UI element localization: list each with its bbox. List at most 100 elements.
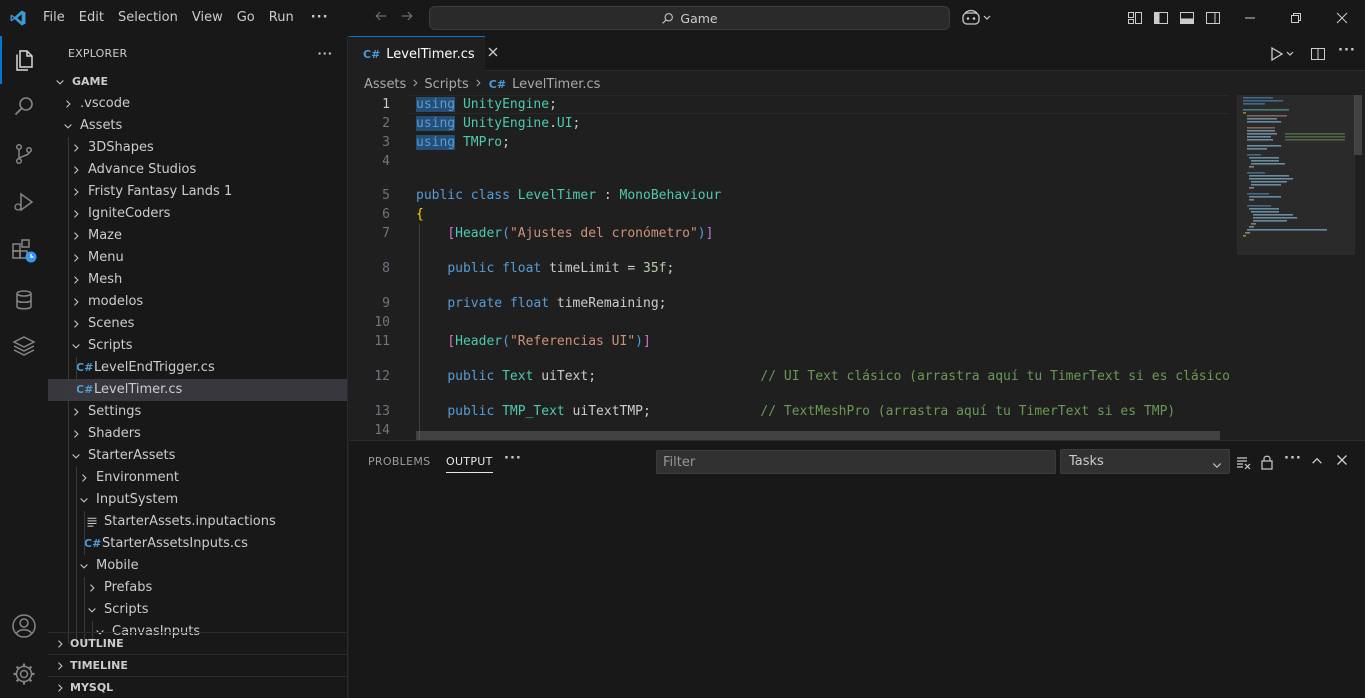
indent-guide xyxy=(84,577,85,599)
chevron-right-icon xyxy=(68,142,84,154)
tree-folder[interactable]: modelos xyxy=(48,291,347,313)
tree-item-label: .vscode xyxy=(80,96,130,111)
tree-folder[interactable]: Mesh xyxy=(48,269,347,291)
code-line: 12 public Text uiText; // UI Text clásic… xyxy=(349,367,1229,386)
maximize-panel-icon[interactable] xyxy=(1310,454,1324,472)
line-source: using UnityEngine; xyxy=(416,97,557,112)
minimap-line xyxy=(1251,223,1256,225)
editor-more-actions[interactable]: ··· xyxy=(1338,43,1356,58)
run-file-icon[interactable] xyxy=(1269,46,1297,66)
tree-item-label: Mesh xyxy=(88,272,123,287)
line-source: public TMP_Text uiTextTMP; // TextMeshPr… xyxy=(447,404,1176,419)
tree-folder[interactable]: Menu xyxy=(48,247,347,269)
menu-edit[interactable]: Edit xyxy=(72,0,111,36)
lock-scroll-icon[interactable] xyxy=(1260,454,1274,474)
source-control-button[interactable] xyxy=(0,130,48,178)
menu-more[interactable]: ··· xyxy=(301,0,339,36)
restore-button[interactable] xyxy=(1273,0,1319,36)
tree-folder[interactable]: Fristy Fantasy Lands 1 xyxy=(48,181,347,203)
search-view-button[interactable] xyxy=(0,82,48,130)
explorer-button[interactable] xyxy=(0,36,48,84)
mysql-section[interactable]: MYSQL xyxy=(48,676,347,698)
panel-more-actions[interactable]: ··· xyxy=(504,451,522,466)
toggle-secondary-sidebar-icon[interactable] xyxy=(1205,10,1221,30)
indent-guide xyxy=(84,599,85,621)
tab-output[interactable]: OUTPUT xyxy=(446,455,493,473)
tree-folder[interactable]: Scripts xyxy=(48,599,347,621)
tree-folder[interactable]: Advance Studios xyxy=(48,159,347,181)
tree-folder[interactable]: .vscode xyxy=(48,93,347,115)
tree-folder[interactable]: 3DShapes xyxy=(48,137,347,159)
horizontal-scrollbar[interactable] xyxy=(416,431,1220,440)
minimap-line xyxy=(1251,181,1287,183)
menu-run[interactable]: Run xyxy=(262,0,301,36)
output-filter-input[interactable] xyxy=(656,450,1056,474)
breadcrumb-assets[interactable]: Assets xyxy=(364,77,406,92)
tree-file[interactable]: StarterAssets.inputactions xyxy=(48,511,347,533)
split-editor-icon[interactable] xyxy=(1310,46,1326,66)
customize-layout-icon[interactable] xyxy=(1127,10,1143,30)
line-number: 7 xyxy=(382,226,390,241)
code-editor[interactable]: 1 using UnityEngine; 2 using UnityEngine.UI… xyxy=(349,95,1229,440)
tree-folder[interactable]: IgniteCoders xyxy=(48,203,347,225)
breadcrumb-file[interactable]: LevelTimer.cs xyxy=(512,77,600,92)
minimap[interactable] xyxy=(1235,95,1353,440)
toggle-primary-sidebar-icon[interactable] xyxy=(1153,10,1169,30)
search-icon xyxy=(662,12,674,24)
copilot-icon[interactable] xyxy=(962,9,992,31)
menu-view[interactable]: View xyxy=(185,0,230,36)
output-channel-select[interactable]: Tasks xyxy=(1060,449,1230,474)
tree-folder[interactable]: Assets xyxy=(48,115,347,137)
chevron-down-icon xyxy=(68,450,84,462)
minimap-line xyxy=(1247,127,1275,129)
close-window-button[interactable] xyxy=(1319,0,1365,36)
menu-go[interactable]: Go xyxy=(230,0,262,36)
workspace-root[interactable]: GAME xyxy=(48,71,347,93)
command-center-search[interactable]: Game xyxy=(429,6,950,30)
extensions-button[interactable] xyxy=(0,226,48,274)
extensions-icon xyxy=(12,239,37,263)
minimap-line xyxy=(1243,235,1246,237)
breadcrumb-scripts[interactable]: Scripts xyxy=(424,77,468,92)
tree-file[interactable]: C# LevelEndTrigger.cs xyxy=(48,357,347,379)
tree-folder[interactable]: Mobile xyxy=(48,555,347,577)
tree-folder[interactable]: Prefabs xyxy=(48,577,347,599)
back-arrow-icon[interactable] xyxy=(374,9,388,27)
indent-guide xyxy=(68,313,69,335)
vertical-scrollbar[interactable] xyxy=(1354,95,1362,155)
accounts-button[interactable] xyxy=(0,602,48,650)
tree-item-label: LevelTimer.cs xyxy=(94,382,183,397)
outline-section[interactable]: OUTLINE xyxy=(48,632,347,654)
tab-leveltimer[interactable]: C# LevelTimer.cs xyxy=(349,36,498,71)
close-tab-icon[interactable] xyxy=(487,46,499,62)
tree-folder[interactable]: Environment xyxy=(48,467,347,489)
code-line: 2 using UnityEngine.UI; xyxy=(349,114,1229,133)
tree-folder[interactable]: StarterAssets xyxy=(48,445,347,467)
database-button[interactable] xyxy=(0,276,48,324)
tree-folder[interactable]: Shaders xyxy=(48,423,347,445)
indent-guide xyxy=(84,533,85,555)
tree-file[interactable]: C# StarterAssetsInputs.cs xyxy=(48,533,347,555)
menu-file[interactable]: File xyxy=(36,0,72,36)
menu-selection[interactable]: Selection xyxy=(111,0,185,36)
toggle-panel-icon[interactable] xyxy=(1179,10,1195,30)
tree-folder[interactable]: Scripts xyxy=(48,335,347,357)
tree-file[interactable]: C# LevelTimer.cs xyxy=(48,379,347,401)
manage-button[interactable] xyxy=(0,650,48,698)
panel-overflow-actions[interactable]: ··· xyxy=(1284,451,1302,466)
tree-folder[interactable]: Maze xyxy=(48,225,347,247)
layers-button[interactable] xyxy=(0,322,48,370)
minimize-button[interactable] xyxy=(1227,0,1273,36)
close-panel-icon[interactable] xyxy=(1336,454,1348,470)
timeline-section[interactable]: TIMELINE xyxy=(48,654,347,676)
tab-problems[interactable]: PROBLEMS xyxy=(368,455,430,468)
chevron-right-icon xyxy=(68,428,84,440)
explorer-more-actions[interactable]: ··· xyxy=(317,36,333,71)
run-debug-button[interactable] xyxy=(0,178,48,226)
tree-folder[interactable]: Scenes xyxy=(48,313,347,335)
tree-folder[interactable]: InputSystem xyxy=(48,489,347,511)
forward-arrow-icon[interactable] xyxy=(400,9,414,27)
clear-output-icon[interactable] xyxy=(1236,454,1252,474)
chevron-right-icon xyxy=(50,638,70,650)
tree-folder[interactable]: Settings xyxy=(48,401,347,423)
